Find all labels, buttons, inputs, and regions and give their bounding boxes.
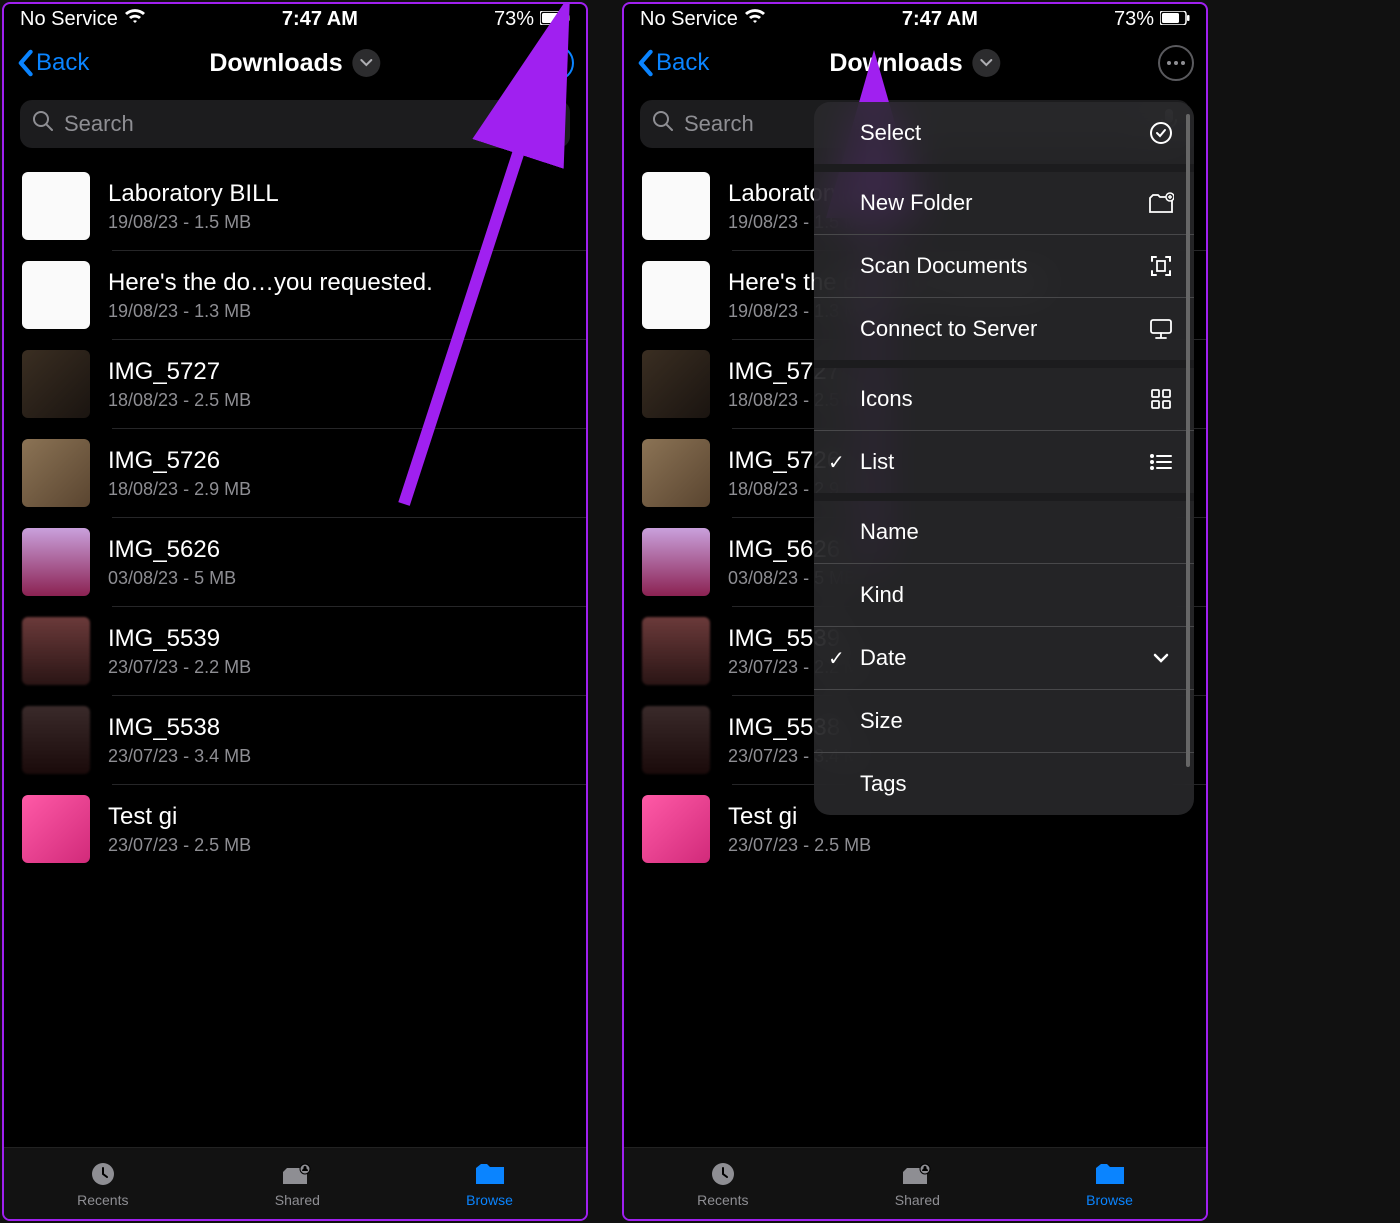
left-screenshot: No Service 7:47 AM 73% Back Downloads Se… [2,2,588,1221]
search-icon [32,110,54,138]
file-thumbnail [22,261,90,329]
nav-bar: Back Downloads [4,34,586,92]
file-row[interactable]: IMG_572618/08/23 - 2.9 MB [4,429,586,517]
file-thumbnail [642,439,710,507]
grid-icon [1148,386,1174,412]
status-bar: No Service 7:47 AM 73% [4,4,586,34]
back-button[interactable]: Back [636,49,709,77]
menu-sort-tags[interactable]: Tags [814,752,1194,815]
menu-view-icons[interactable]: Icons [814,368,1194,430]
chevron-down-icon [1148,645,1174,671]
back-label: Back [656,49,709,77]
menu-sort-name[interactable]: Name [814,501,1194,563]
battery-pct: 73% [1114,8,1154,31]
menu-view-list[interactable]: ✓ List [814,430,1194,493]
file-thumbnail [642,172,710,240]
battery-pct: 73% [494,8,534,31]
chevron-down-icon[interactable] [353,49,381,77]
more-options-button[interactable] [538,45,574,81]
menu-connect-server[interactable]: Connect to Server [814,297,1194,360]
tab-browse[interactable]: Browse [466,1160,513,1208]
search-icon [652,110,674,138]
file-list[interactable]: Laboratory BILL19/08/23 - 1.5 MB Here's … [4,162,586,1147]
carrier-label: No Service [20,8,118,31]
file-row[interactable]: Here's the do…you requested.19/08/23 - 1… [4,251,586,339]
carrier-label: No Service [640,8,738,31]
wifi-icon [124,8,146,31]
clock: 7:47 AM [902,8,978,31]
menu-sort-date[interactable]: ✓ Date [814,626,1194,689]
menu-sort-kind[interactable]: Kind [814,563,1194,626]
tab-bar: Recents Shared Browse [4,1147,586,1219]
file-thumbnail [22,439,90,507]
file-thumbnail [22,617,90,685]
file-thumbnail [22,350,90,418]
menu-new-folder[interactable]: New Folder [814,172,1194,234]
file-thumbnail [642,528,710,596]
file-thumbnail [642,350,710,418]
file-thumbnail [22,706,90,774]
search-placeholder: Search [64,111,134,137]
select-checkmark-icon [1148,120,1174,146]
search-field[interactable]: Search [20,100,570,148]
scan-documents-icon [1148,253,1174,279]
file-row[interactable]: IMG_553823/07/23 - 3.4 MB [4,696,586,784]
checkmark-icon: ✓ [828,450,845,475]
file-row[interactable]: IMG_562603/08/23 - 5 MB [4,518,586,606]
tab-shared[interactable]: Shared [895,1160,940,1208]
file-thumbnail [642,795,710,863]
tab-shared[interactable]: Shared [275,1160,320,1208]
nav-bar: Back Downloads [624,34,1206,92]
file-row[interactable]: IMG_572718/08/23 - 2.5 MB [4,340,586,428]
chevron-down-icon[interactable] [973,49,1001,77]
file-row[interactable]: Test gi23/07/23 - 2.5 MB [4,785,586,873]
file-row[interactable]: IMG_553923/07/23 - 2.2 MB [4,607,586,695]
folder-title[interactable]: Downloads [209,49,380,78]
status-bar: No Service 7:47 AM 73% [624,4,1206,34]
menu-scan-documents[interactable]: Scan Documents [814,234,1194,297]
more-options-button[interactable] [1158,45,1194,81]
file-thumbnail [642,261,710,329]
microphone-icon[interactable] [540,108,558,140]
menu-sort-size[interactable]: Size [814,689,1194,752]
tab-recents[interactable]: Recents [77,1160,128,1208]
file-thumbnail [22,172,90,240]
file-thumbnail [642,706,710,774]
search-placeholder: Search [684,111,754,137]
connect-server-icon [1148,316,1174,342]
file-thumbnail [22,795,90,863]
file-row[interactable]: Laboratory BILL19/08/23 - 1.5 MB [4,162,586,250]
scrollbar[interactable] [1186,114,1190,767]
back-button[interactable]: Back [16,49,89,77]
battery-icon [1160,8,1190,31]
options-menu: Select New Folder Scan Documents Connect… [814,102,1194,815]
clock: 7:47 AM [282,8,358,31]
folder-title[interactable]: Downloads [829,49,1000,78]
new-folder-icon [1148,190,1174,216]
wifi-icon [744,8,766,31]
right-screenshot: No Service 7:47 AM 73% Back Downloads Se… [622,2,1208,1221]
back-label: Back [36,49,89,77]
checkmark-icon: ✓ [828,646,845,671]
tab-bar: Recents Shared Browse [624,1147,1206,1219]
file-thumbnail [642,617,710,685]
list-icon [1148,449,1174,475]
battery-icon [540,8,570,31]
menu-select[interactable]: Select [814,102,1194,164]
tab-recents[interactable]: Recents [697,1160,748,1208]
tab-browse[interactable]: Browse [1086,1160,1133,1208]
file-thumbnail [22,528,90,596]
